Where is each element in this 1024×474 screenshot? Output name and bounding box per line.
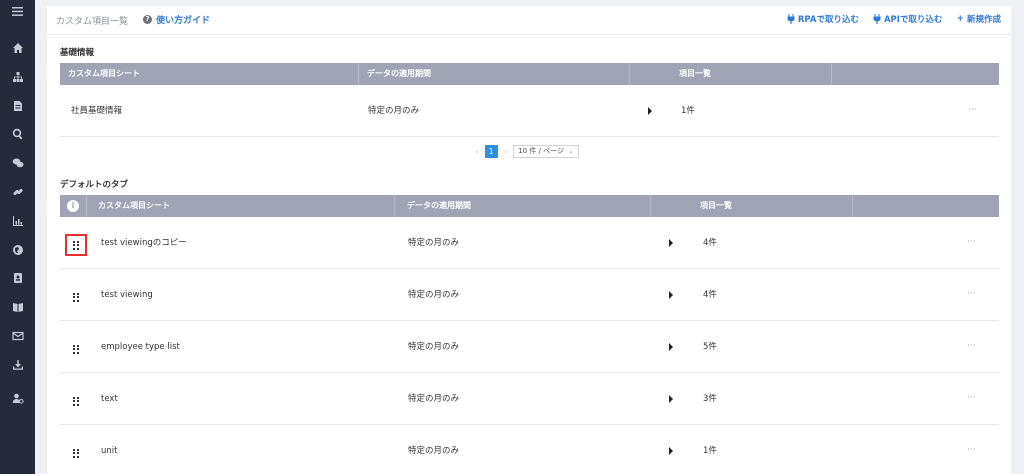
period-value: 特定の月のみ — [408, 290, 460, 300]
column-header-items: 項目一覧 — [679, 69, 711, 78]
main-panel: カスタム項目一覧 ? 使い方ガイド RPAで取り込む APIで取り込む + 新規… — [47, 6, 1011, 474]
period-value: 特定の月のみ — [408, 238, 460, 248]
basic-section-title: 基礎情報 — [60, 48, 95, 58]
drag-handle-icon[interactable] — [65, 338, 87, 360]
org-chart-icon[interactable] — [0, 67, 35, 87]
default-tabs-section-title: デフォルトのタブ — [60, 180, 129, 190]
import-api-button[interactable]: APIで取り込む — [873, 13, 942, 25]
sheet-name: text — [101, 394, 118, 404]
drag-handle-icon[interactable] — [65, 442, 87, 464]
more-options-icon[interactable]: ··· — [968, 85, 977, 137]
next-page-icon[interactable]: › — [504, 147, 508, 157]
drag-handle-icon[interactable] — [65, 286, 87, 308]
globe-icon[interactable] — [0, 240, 35, 260]
table-header: i カスタム項目シート データの適用期間 項目一覧 — [60, 195, 999, 217]
basic-table: カスタム項目シート データの適用期間 項目一覧 社員基礎情報 特定の月のみ 1件… — [60, 63, 999, 137]
period-value: 特定の月のみ — [408, 342, 460, 352]
expand-caret-icon[interactable] — [669, 343, 673, 351]
expand-caret-icon[interactable] — [648, 107, 652, 115]
more-options-icon[interactable]: ··· — [967, 269, 976, 321]
sidebar — [0, 0, 35, 474]
item-count: 1件 — [703, 446, 717, 456]
sheet-name: employee type list — [101, 342, 180, 352]
sheet-name: unit — [101, 446, 118, 456]
plug-icon — [873, 14, 881, 24]
period-value: 特定の月のみ — [408, 446, 460, 456]
usage-guide-link[interactable]: ? 使い方ガイド — [143, 13, 210, 26]
table-row[interactable]: test viewingのコピー 特定の月のみ 4件 ··· — [60, 217, 999, 269]
sheet-name: 社員基礎情報 — [71, 106, 123, 116]
info-icon[interactable]: i — [67, 200, 79, 212]
expand-caret-icon[interactable] — [669, 447, 673, 455]
column-header-sheet: カスタム項目シート — [98, 201, 170, 210]
drag-handle-icon[interactable] — [65, 234, 87, 256]
book-icon[interactable] — [0, 297, 35, 317]
table-header: カスタム項目シート データの適用期間 項目一覧 — [60, 63, 999, 85]
link-icon[interactable] — [0, 182, 35, 202]
page-header: カスタム項目一覧 ? 使い方ガイド RPAで取り込む APIで取り込む + 新規… — [47, 6, 1011, 35]
item-count: 4件 — [703, 290, 717, 300]
table-row[interactable]: test viewing 特定の月のみ 4件 ··· — [60, 269, 999, 321]
column-header-period: データの適用期間 — [407, 201, 471, 210]
download-icon[interactable] — [0, 355, 35, 375]
plus-icon: + — [956, 14, 964, 24]
more-options-icon[interactable]: ··· — [967, 321, 976, 373]
chevron-down-icon: ⌄ — [568, 147, 574, 155]
default-tabs-table: i カスタム項目シート データの適用期間 項目一覧 test viewingのコ… — [60, 195, 999, 474]
page-size-select[interactable]: 10 件 / ページ ⌄ — [513, 145, 579, 158]
more-options-icon[interactable]: ··· — [967, 217, 976, 269]
page-title: カスタム項目一覧 — [56, 17, 129, 27]
column-header-items: 項目一覧 — [700, 201, 732, 210]
expand-caret-icon[interactable] — [669, 239, 673, 247]
pagination: ‹ 1 › 10 件 / ページ ⌄ — [475, 145, 579, 158]
prev-page-icon[interactable]: ‹ — [475, 147, 479, 157]
search-icon[interactable] — [0, 124, 35, 144]
table-row[interactable]: unit 特定の月のみ 1件 ··· — [60, 425, 999, 474]
import-rpa-button[interactable]: RPAで取り込む — [787, 13, 859, 25]
drag-handle-icon[interactable] — [65, 390, 87, 412]
user-settings-icon[interactable] — [0, 388, 35, 408]
create-new-label: 新規作成 — [966, 15, 1001, 25]
item-count: 5件 — [703, 342, 717, 352]
column-header-sheet: カスタム項目シート — [68, 69, 140, 78]
period-value: 特定の月のみ — [368, 106, 420, 116]
document-icon[interactable] — [0, 96, 35, 116]
page-size-value: 10 件 / ページ — [518, 147, 565, 155]
sheet-name: test viewingのコピー — [101, 238, 187, 248]
chat-icon[interactable] — [0, 153, 35, 173]
page-number[interactable]: 1 — [484, 145, 498, 158]
table-row[interactable]: 社員基礎情報 特定の月のみ 1件 ··· — [60, 85, 999, 137]
sheet-name: test viewing — [101, 290, 153, 300]
import-rpa-label: RPAで取り込む — [797, 15, 859, 25]
home-icon[interactable] — [0, 38, 35, 58]
menu-icon[interactable] — [0, 0, 35, 22]
item-count: 1件 — [681, 106, 695, 116]
item-count: 3件 — [703, 394, 717, 404]
contact-book-icon[interactable] — [0, 268, 35, 288]
table-row[interactable]: text 特定の月のみ 3件 ··· — [60, 373, 999, 425]
period-value: 特定の月のみ — [408, 394, 460, 404]
mail-icon[interactable] — [0, 326, 35, 346]
help-icon: ? — [143, 15, 152, 24]
import-api-label: APIで取り込む — [883, 15, 943, 25]
expand-caret-icon[interactable] — [669, 395, 673, 403]
chart-icon[interactable] — [0, 211, 35, 231]
header-actions: RPAで取り込む APIで取り込む + 新規作成 — [787, 13, 1001, 25]
item-count: 4件 — [703, 238, 717, 248]
more-options-icon[interactable]: ··· — [967, 373, 976, 425]
usage-guide-label: 使い方ガイド — [156, 16, 211, 26]
more-options-icon[interactable]: ··· — [967, 425, 976, 474]
column-header-period: データの適用期間 — [367, 69, 431, 78]
plug-icon — [787, 14, 795, 24]
expand-caret-icon[interactable] — [669, 291, 673, 299]
table-row[interactable]: employee type list 特定の月のみ 5件 ··· — [60, 321, 999, 373]
create-new-button[interactable]: + 新規作成 — [956, 13, 1001, 25]
